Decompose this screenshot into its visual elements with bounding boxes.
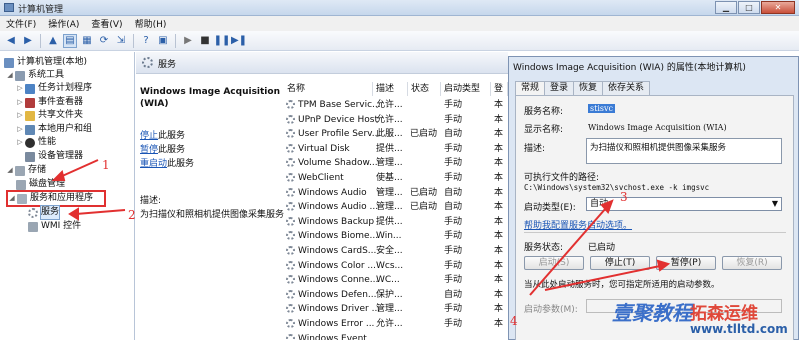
annotation-arrowhead-4 <box>656 259 671 272</box>
annotation-4: 4 <box>510 314 518 328</box>
annotation-overlay <box>51 159 671 296</box>
annotation-1: 1 <box>102 158 110 172</box>
annotation-arrow-3 <box>529 207 607 296</box>
annotation-arrow-4 <box>544 265 661 291</box>
annotation-arrowhead-1 <box>51 170 66 181</box>
annotation-arrow-1 <box>59 159 99 178</box>
annotation-arrow-2 <box>75 209 126 215</box>
watermark-brand-text: 拓森运维 <box>690 304 758 324</box>
annotation-arrowhead-2 <box>68 207 79 221</box>
annotation-2: 2 <box>128 208 136 222</box>
watermark-logo-text: 壹聚教程 <box>612 301 692 325</box>
computer-management-window: 计算机管理 ▁ □ ✕ 文件(F) 操作(A) 查看(V) 帮助(H) ◀ ▶ … <box>0 0 799 340</box>
watermark-url: www.tlltd.com <box>690 322 788 336</box>
annotation-3: 3 <box>620 190 628 204</box>
